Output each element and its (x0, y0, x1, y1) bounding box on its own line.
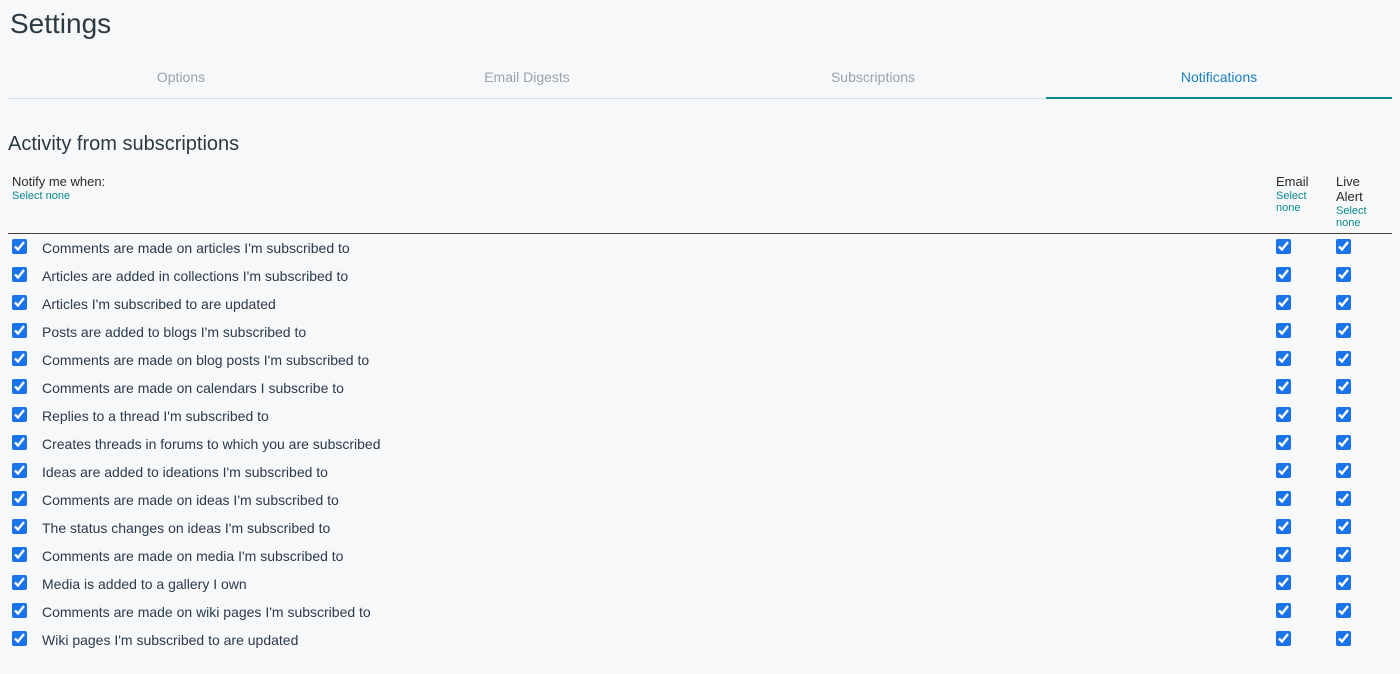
row-live-checkbox[interactable] (1336, 239, 1351, 254)
table-row: The status changes on ideas I'm subscrib… (8, 514, 1392, 542)
row-label: Comments are made on wiki pages I'm subs… (42, 604, 371, 620)
row-email-checkbox[interactable] (1276, 547, 1291, 562)
row-label: The status changes on ideas I'm subscrib… (42, 520, 330, 536)
row-live-checkbox[interactable] (1336, 351, 1351, 366)
row-email-checkbox[interactable] (1276, 603, 1291, 618)
notifications-tbody: Comments are made on articles I'm subscr… (8, 234, 1392, 655)
table-row: Wiki pages I'm subscribed to are updated (8, 626, 1392, 654)
row-live-checkbox[interactable] (1336, 519, 1351, 534)
row-label: Posts are added to blogs I'm subscribed … (42, 324, 306, 340)
row-master-checkbox[interactable] (12, 351, 27, 366)
table-row: Comments are made on blog posts I'm subs… (8, 346, 1392, 374)
row-email-checkbox[interactable] (1276, 519, 1291, 534)
row-master-checkbox[interactable] (12, 267, 27, 282)
row-master-checkbox[interactable] (12, 519, 27, 534)
row-master-checkbox[interactable] (12, 323, 27, 338)
row-label: Wiki pages I'm subscribed to are updated (42, 632, 298, 648)
row-live-checkbox[interactable] (1336, 267, 1351, 282)
row-email-checkbox[interactable] (1276, 463, 1291, 478)
row-live-checkbox[interactable] (1336, 295, 1351, 310)
row-live-checkbox[interactable] (1336, 575, 1351, 590)
row-label: Creates threads in forums to which you a… (42, 436, 381, 452)
row-master-checkbox[interactable] (12, 575, 27, 590)
row-email-checkbox[interactable] (1276, 295, 1291, 310)
row-email-checkbox[interactable] (1276, 351, 1291, 366)
row-email-checkbox[interactable] (1276, 407, 1291, 422)
row-label: Ideas are added to ideations I'm subscri… (42, 464, 328, 480)
col-header-notify: Notify me when: Select none (8, 174, 1272, 234)
table-row: Comments are made on media I'm subscribe… (8, 542, 1392, 570)
row-email-checkbox[interactable] (1276, 491, 1291, 506)
tab-subscriptions[interactable]: Subscriptions (700, 59, 1046, 99)
row-email-checkbox[interactable] (1276, 631, 1291, 646)
row-label: Media is added to a gallery I own (42, 576, 247, 592)
row-label: Comments are made on ideas I'm subscribe… (42, 492, 339, 508)
row-label: Comments are made on articles I'm subscr… (42, 240, 350, 256)
tabs: OptionsEmail DigestsSubscriptionsNotific… (8, 58, 1392, 99)
row-master-checkbox[interactable] (12, 547, 27, 562)
row-label: Articles are added in collections I'm su… (42, 268, 348, 284)
notifications-table: Notify me when: Select none Email Select… (8, 174, 1392, 654)
row-email-checkbox[interactable] (1276, 575, 1291, 590)
table-row: Creates threads in forums to which you a… (8, 430, 1392, 458)
row-live-checkbox[interactable] (1336, 603, 1351, 618)
row-master-checkbox[interactable] (12, 631, 27, 646)
row-live-checkbox[interactable] (1336, 463, 1351, 478)
select-none-live[interactable]: Select none (1336, 205, 1388, 229)
table-row: Articles I'm subscribed to are updated (8, 290, 1392, 318)
row-email-checkbox[interactable] (1276, 435, 1291, 450)
table-row: Comments are made on articles I'm subscr… (8, 234, 1392, 263)
row-email-checkbox[interactable] (1276, 323, 1291, 338)
row-master-checkbox[interactable] (12, 407, 27, 422)
notify-label: Notify me when: (12, 174, 105, 189)
row-label: Comments are made on media I'm subscribe… (42, 548, 343, 564)
row-master-checkbox[interactable] (12, 239, 27, 254)
row-live-checkbox[interactable] (1336, 323, 1351, 338)
row-master-checkbox[interactable] (12, 295, 27, 310)
live-label: Live Alert (1336, 174, 1363, 204)
table-row: Comments are made on ideas I'm subscribe… (8, 486, 1392, 514)
row-live-checkbox[interactable] (1336, 491, 1351, 506)
table-row: Comments are made on calendars I subscri… (8, 374, 1392, 402)
row-master-checkbox[interactable] (12, 463, 27, 478)
row-live-checkbox[interactable] (1336, 631, 1351, 646)
select-none-email[interactable]: Select none (1276, 190, 1328, 214)
row-label: Comments are made on blog posts I'm subs… (42, 352, 369, 368)
row-live-checkbox[interactable] (1336, 407, 1351, 422)
row-master-checkbox[interactable] (12, 603, 27, 618)
select-none-notify[interactable]: Select none (12, 190, 1268, 202)
row-email-checkbox[interactable] (1276, 379, 1291, 394)
row-master-checkbox[interactable] (12, 435, 27, 450)
row-live-checkbox[interactable] (1336, 547, 1351, 562)
table-row: Replies to a thread I'm subscribed to (8, 402, 1392, 430)
row-master-checkbox[interactable] (12, 379, 27, 394)
table-row: Comments are made on wiki pages I'm subs… (8, 598, 1392, 626)
table-row: Media is added to a gallery I own (8, 570, 1392, 598)
tab-notifications[interactable]: Notifications (1046, 59, 1392, 99)
tab-options[interactable]: Options (8, 59, 354, 99)
col-header-live: Live Alert Select none (1332, 174, 1392, 234)
col-header-email: Email Select none (1272, 174, 1332, 234)
section-title: Activity from subscriptions (8, 133, 1392, 156)
tab-email-digests[interactable]: Email Digests (354, 59, 700, 99)
table-row: Posts are added to blogs I'm subscribed … (8, 318, 1392, 346)
row-label: Articles I'm subscribed to are updated (42, 296, 276, 312)
row-label: Comments are made on calendars I subscri… (42, 380, 344, 396)
row-live-checkbox[interactable] (1336, 379, 1351, 394)
row-live-checkbox[interactable] (1336, 435, 1351, 450)
email-label: Email (1276, 174, 1309, 189)
page-title: Settings (10, 8, 1392, 40)
table-row: Articles are added in collections I'm su… (8, 262, 1392, 290)
row-label: Replies to a thread I'm subscribed to (42, 408, 269, 424)
row-master-checkbox[interactable] (12, 491, 27, 506)
row-email-checkbox[interactable] (1276, 267, 1291, 282)
table-row: Ideas are added to ideations I'm subscri… (8, 458, 1392, 486)
row-email-checkbox[interactable] (1276, 239, 1291, 254)
